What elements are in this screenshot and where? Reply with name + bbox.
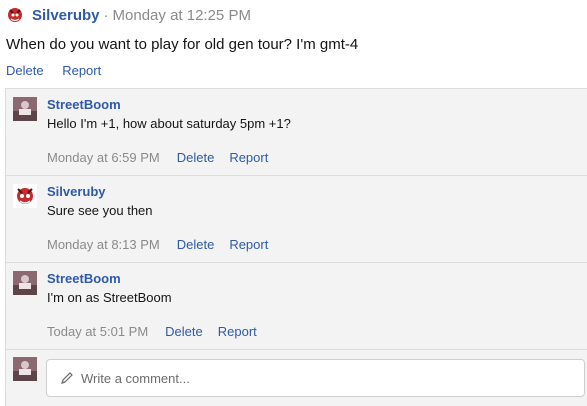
comment-timestamp[interactable]: Today at 5:01 PM <box>47 324 148 339</box>
comment-item: StreetBoom Hello I'm +1, how about satur… <box>6 89 587 176</box>
post-timestamp[interactable]: Monday at 12:25 PM <box>113 7 251 24</box>
comment-author-link[interactable]: StreetBoom <box>47 271 121 286</box>
comment-author-link[interactable]: Silveruby <box>47 184 106 199</box>
comment-delete-link[interactable]: Delete <box>177 150 215 165</box>
comment-delete-link[interactable]: Delete <box>165 324 203 339</box>
comment-report-link[interactable]: Report <box>229 237 268 252</box>
current-user-avatar[interactable] <box>13 357 37 381</box>
pencil-icon <box>61 372 73 384</box>
comment-item: Silveruby Sure see you then Monday at 8:… <box>6 176 587 263</box>
comment-text: Hello I'm +1, how about saturday 5pm +1? <box>47 116 291 131</box>
comment-meta: Today at 5:01 PM Delete Report <box>47 324 272 339</box>
comment-timestamp[interactable]: Monday at 8:13 PM <box>47 237 160 252</box>
silveruby-avatar[interactable] <box>13 184 37 208</box>
comment-item: StreetBoom I'm on as StreetBoom Today at… <box>6 263 587 350</box>
post-body: When do you want to play for old gen tou… <box>6 36 359 53</box>
comment-text: Sure see you then <box>47 203 153 218</box>
comments-panel: StreetBoom Hello I'm +1, how about satur… <box>5 88 587 406</box>
post-header: Silveruby · Monday at 12:25 PM <box>6 3 251 27</box>
comment-meta: Monday at 8:13 PM Delete Report <box>47 237 283 252</box>
comment-text: I'm on as StreetBoom <box>47 290 172 305</box>
comment-report-link[interactable]: Report <box>229 150 268 165</box>
comment-report-link[interactable]: Report <box>218 324 257 339</box>
comment-delete-link[interactable]: Delete <box>177 237 215 252</box>
silveruby-avatar[interactable] <box>6 6 24 24</box>
streetboom-avatar[interactable] <box>13 97 37 121</box>
comment-input-placeholder: Write a comment... <box>81 370 190 386</box>
separator: · <box>103 6 109 24</box>
post-delete-link[interactable]: Delete <box>6 63 44 78</box>
post-actions: Delete Report <box>6 63 116 78</box>
comment-input[interactable]: Write a comment... <box>46 359 585 397</box>
post-report-link[interactable]: Report <box>62 63 101 78</box>
comment-timestamp[interactable]: Monday at 6:59 PM <box>47 150 160 165</box>
comment-meta: Monday at 6:59 PM Delete Report <box>47 150 283 165</box>
comment-author-link[interactable]: StreetBoom <box>47 97 121 112</box>
streetboom-avatar[interactable] <box>13 271 37 295</box>
post-author-link[interactable]: Silveruby <box>32 7 100 24</box>
